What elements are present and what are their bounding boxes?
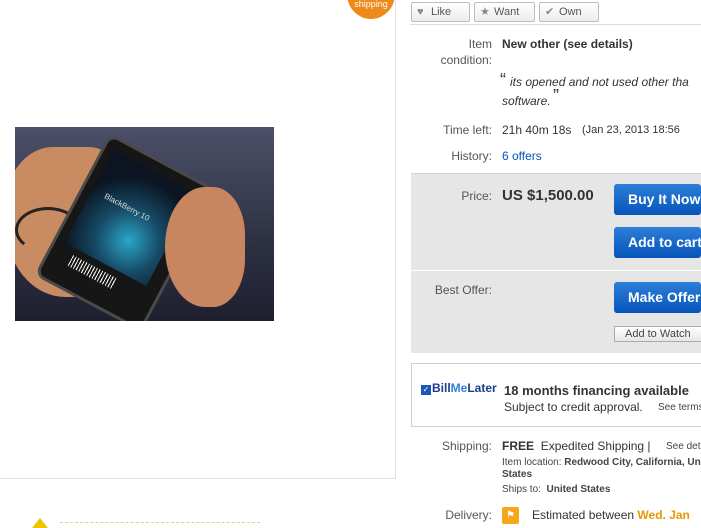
delivery-estimate: Estimated between Wed. Jan (532, 508, 690, 522)
buy-it-now-button[interactable]: Buy It Now (614, 184, 701, 215)
ships-to-value: United States (546, 484, 611, 495)
history-label: History: (451, 149, 492, 163)
financing-headline: 18 months financing available (504, 383, 689, 398)
item-location-cont: States (502, 469, 533, 480)
condition-label-1: Item (468, 37, 492, 51)
top-rated-icon (32, 518, 48, 528)
price-label: Price: (461, 189, 492, 203)
time-left-label: Time left: (443, 123, 492, 137)
ships-to: Ships to: United States (502, 484, 610, 495)
top-divider (410, 24, 701, 25)
time-left-value: 21h 40m 18s (502, 123, 572, 137)
see-terms-link[interactable]: See terms (658, 402, 701, 413)
checkbox-icon: ✓ (421, 385, 431, 395)
bml-me: Me (450, 381, 468, 395)
shipping-label: Shipping: (441, 439, 492, 453)
photo-caption: BlackBerry 10 (102, 191, 152, 223)
own-label: Own (559, 6, 582, 18)
add-to-cart-button[interactable]: Add to cart (614, 227, 701, 258)
best-offer-label: Best Offer: (434, 283, 492, 297)
item-location: Item location: Redwood City, California,… (502, 457, 701, 468)
quote-close: ” (553, 86, 559, 106)
item-photo[interactable]: BlackBerry 10 (15, 127, 274, 321)
billmelater-logo: ✓ BillMeLater (421, 381, 497, 395)
bml-bill: Bill (432, 381, 451, 395)
condition-quote-line2: software. (502, 94, 551, 108)
shipping-method: Expedited Shipping | (540, 439, 651, 453)
want-label: Want (494, 6, 520, 18)
price-value: US $1,500.00 (502, 187, 594, 204)
want-button[interactable]: ★ Want (474, 2, 535, 22)
check-icon: ✔ (545, 6, 555, 18)
condition-label-2: condition: (440, 53, 492, 67)
financing-subtext: Subject to credit approval. (504, 400, 643, 414)
condition-quote-line1: its opened and not used other tha (510, 75, 689, 89)
own-button[interactable]: ✔ Own (539, 2, 599, 22)
photo-hand-fingers (165, 187, 245, 307)
delivery-text: Estimated between (532, 508, 635, 522)
quote-open: “ (500, 70, 506, 90)
shipping-line: FREE Expedited Shipping | (502, 439, 651, 453)
ships-to-label: Ships to: (502, 484, 541, 495)
bottom-divider (60, 522, 260, 523)
heart-icon: ♥ (417, 6, 424, 18)
make-offer-button[interactable]: Make Offer (614, 282, 701, 313)
item-location-value: Redwood City, California, United (564, 457, 701, 468)
time-left-end: (Jan 23, 2013 18:56 (582, 124, 680, 136)
add-to-watch-list-button[interactable]: Add to Watch (614, 326, 701, 342)
condition-value: New other (see details) (502, 37, 633, 51)
like-label: Like (431, 6, 452, 18)
delivery-date: Wed. Jan (637, 508, 690, 522)
shipping-free: FREE (502, 439, 535, 453)
star-icon: ★ (480, 6, 490, 18)
shipping-see-details-link[interactable]: See details (666, 441, 701, 452)
like-button[interactable]: ♥ Like (411, 2, 470, 22)
item-location-label: Item location: (502, 457, 562, 468)
badge-text: shipping (354, 0, 388, 9)
delivery-label: Delivery: (445, 508, 492, 522)
history-offers-link[interactable]: 6 offers (502, 149, 542, 163)
delivery-flag-icon: ⚑ (502, 507, 519, 524)
bml-later: Later (467, 381, 497, 395)
